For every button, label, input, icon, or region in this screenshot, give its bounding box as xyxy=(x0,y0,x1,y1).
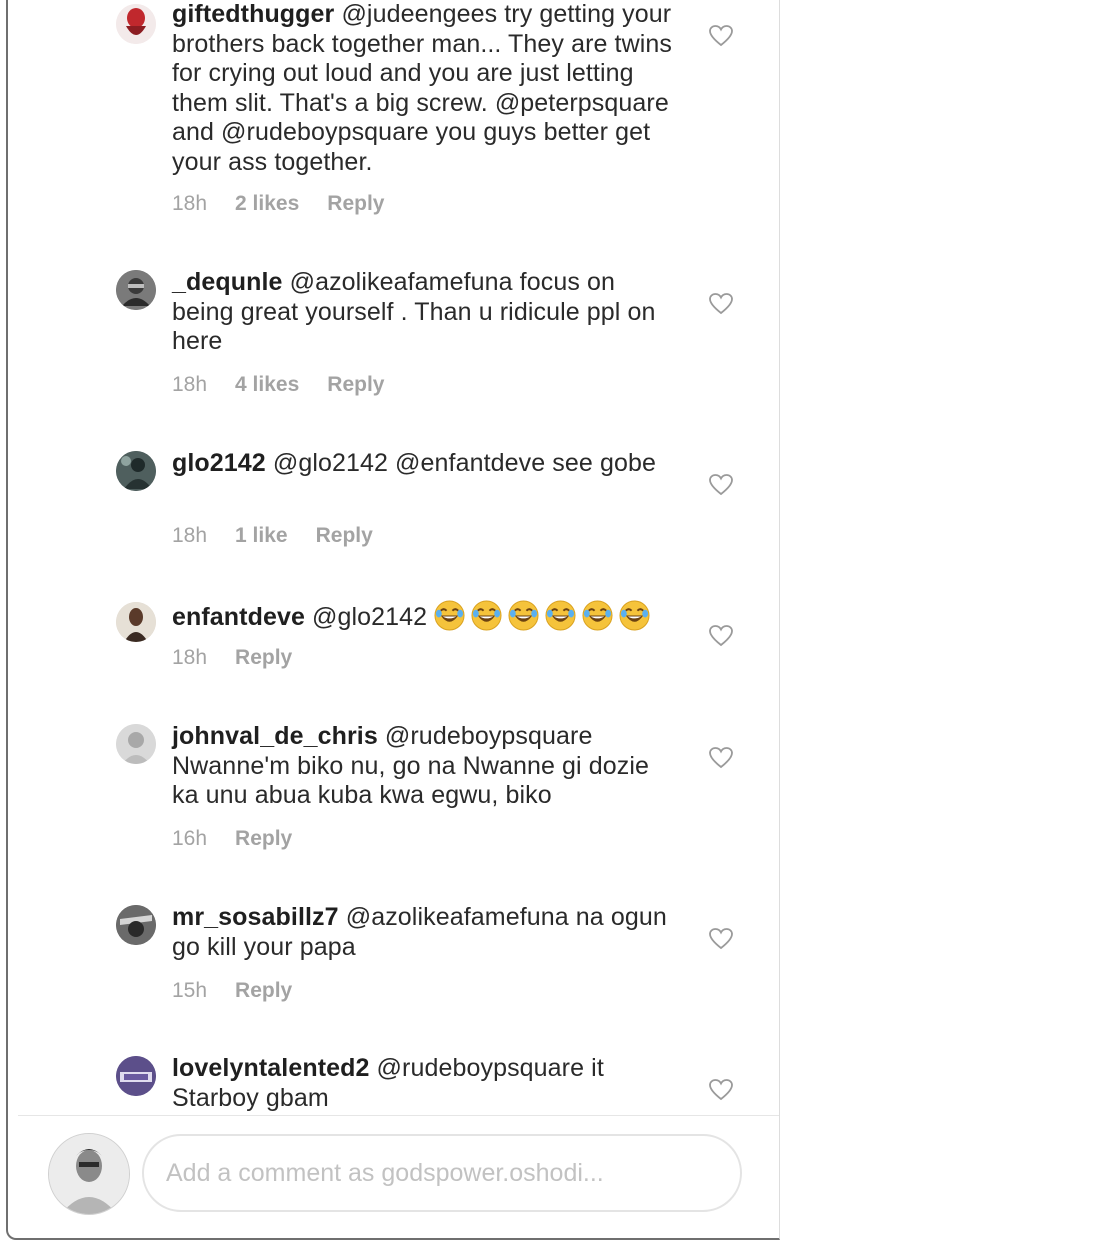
face-with-tears-of-joy-icon xyxy=(619,600,650,631)
emoji-row xyxy=(434,600,656,631)
reply-button[interactable]: Reply xyxy=(316,524,373,548)
reply-button[interactable]: Reply xyxy=(327,373,384,397)
comment-body: @glo2142 xyxy=(312,603,428,631)
avatar[interactable] xyxy=(116,270,156,310)
reply-button[interactable]: Reply xyxy=(327,192,384,216)
comment-text: johnval_de_chris @rudeboypsquare Nwanne'… xyxy=(172,722,682,811)
comment-username[interactable]: _dequnle xyxy=(172,268,283,296)
comment-username[interactable]: lovelyntalented2 xyxy=(172,1054,370,1082)
like-heart-icon[interactable] xyxy=(708,473,734,497)
comment-meta: 15h Reply xyxy=(172,979,320,1003)
like-heart-icon[interactable] xyxy=(708,624,734,648)
like-heart-icon[interactable] xyxy=(708,292,734,316)
comment-time: 15h xyxy=(172,979,208,1002)
like-heart-icon[interactable] xyxy=(708,927,734,951)
comment-time: 18h xyxy=(172,373,208,396)
comment-username[interactable]: enfantdeve xyxy=(172,603,305,631)
comment-text: lovelyntalented2 @rudeboypsquare it Star… xyxy=(172,1054,682,1113)
face-with-tears-of-joy-icon xyxy=(582,600,613,631)
face-with-tears-of-joy-icon xyxy=(508,600,539,631)
comment-body: @glo2142 @enfantdeve see gobe xyxy=(272,449,656,477)
comment-likes[interactable]: 1 like xyxy=(235,524,288,548)
face-with-tears-of-joy-icon xyxy=(471,600,502,631)
comment-text: enfantdeve @glo2142 xyxy=(172,600,682,633)
like-heart-icon[interactable] xyxy=(708,1078,734,1102)
current-user-avatar xyxy=(48,1133,130,1215)
comment-time: 18h xyxy=(172,524,208,547)
comment-meta: 18h Reply xyxy=(172,646,320,670)
comment-meta: 16h Reply xyxy=(172,827,320,851)
avatar[interactable] xyxy=(116,1056,156,1096)
face-with-tears-of-joy-icon xyxy=(434,600,465,631)
avatar[interactable] xyxy=(116,4,156,44)
reply-button[interactable]: Reply xyxy=(235,646,292,670)
avatar[interactable] xyxy=(116,905,156,945)
comment-time: 16h xyxy=(172,827,208,850)
comment-text: mr_sosabillz7 @azolikeafamefuna na ogun … xyxy=(172,903,682,962)
like-heart-icon[interactable] xyxy=(708,746,734,770)
avatar[interactable] xyxy=(116,724,156,764)
comment-time: 18h xyxy=(172,646,208,669)
comment-text: giftedthugger @judeengees try getting yo… xyxy=(172,0,682,177)
comments-panel: giftedthugger @judeengees try getting yo… xyxy=(6,0,780,1240)
comment-username[interactable]: glo2142 xyxy=(172,449,266,477)
comment-meta: 18h 2 likes Reply xyxy=(172,192,412,216)
face-with-tears-of-joy-icon xyxy=(545,600,576,631)
comment-username[interactable]: giftedthugger xyxy=(172,0,334,28)
comment-username[interactable]: johnval_de_chris xyxy=(172,722,378,750)
composer-divider xyxy=(18,1115,779,1116)
avatar[interactable] xyxy=(116,451,156,491)
comment-likes[interactable]: 2 likes xyxy=(235,192,299,216)
comment-time: 18h xyxy=(172,192,208,215)
comment-meta: 18h 4 likes Reply xyxy=(172,373,412,397)
like-heart-icon[interactable] xyxy=(708,24,734,48)
comment-username[interactable]: mr_sosabillz7 xyxy=(172,903,339,931)
reply-button[interactable]: Reply xyxy=(235,979,292,1003)
comment-text: glo2142 @glo2142 @enfantdeve see gobe xyxy=(172,449,682,479)
comment-meta: 18h 1 like Reply xyxy=(172,524,401,548)
reply-button[interactable]: Reply xyxy=(235,827,292,851)
comment-text: _dequnle @azolikeafamefuna focus on bein… xyxy=(172,268,682,357)
add-comment-input[interactable] xyxy=(142,1134,742,1212)
comment-likes[interactable]: 4 likes xyxy=(235,373,299,397)
avatar[interactable] xyxy=(116,602,156,642)
